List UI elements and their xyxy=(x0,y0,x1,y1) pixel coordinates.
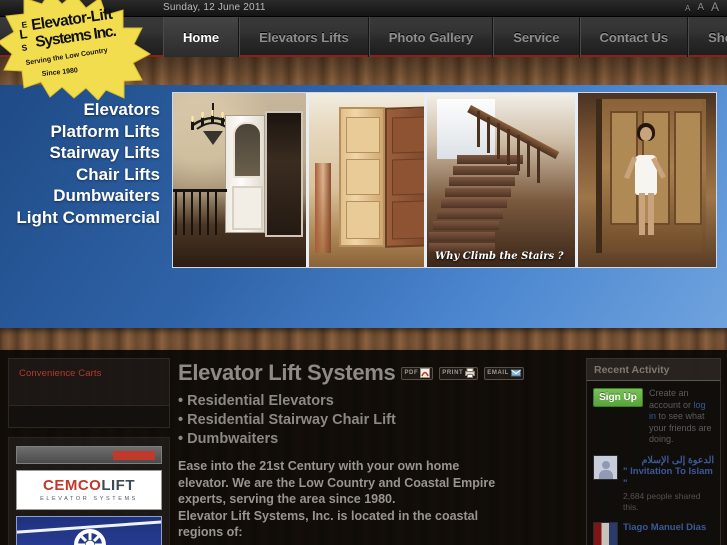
current-date: Sunday, 12 June 2011 xyxy=(163,2,266,13)
hero-list-item-stairway-lifts[interactable]: Stairway Lifts xyxy=(0,142,168,164)
convenience-carts-strip xyxy=(8,406,170,428)
stairway-photo-caption: Why Climb the Stairs ? xyxy=(435,251,564,262)
stair-railing xyxy=(173,189,227,237)
cemcolift-subtitle: ELEVATOR SYSTEMS xyxy=(40,496,138,502)
recent-activity-title: Recent Activity xyxy=(594,363,670,376)
starburst-logo-icon: E L S Elevator-Lift Systems Inc. Serving… xyxy=(0,0,152,100)
nav-item-list: Home Elevators Lifts Photo Gallery Servi… xyxy=(163,17,727,57)
signup-copy-prefix: Create an account or xyxy=(649,388,694,410)
activity-share-count: 2,684 people shared this. xyxy=(623,491,701,512)
site-logo[interactable]: E L S Elevator-Lift Systems Inc. Serving… xyxy=(0,0,152,100)
hero-list-item-platform-lifts[interactable]: Platform Lifts xyxy=(0,121,168,143)
intro-paragraph: Ease into the 21st Century with your own… xyxy=(178,458,573,541)
print-button-label: PRINT xyxy=(442,370,464,376)
pdf-button-label: PDF xyxy=(404,370,419,376)
hero-tagline: Luxury & Convenience for your home xyxy=(0,325,727,329)
woman-figure xyxy=(624,121,666,245)
left-sidebar: Convenience Carts CEMCOLIFT ELEVATOR SYS… xyxy=(8,358,170,545)
signup-row: Sign Up Create an account or log in to s… xyxy=(593,388,714,446)
font-size-large-button[interactable]: A xyxy=(711,1,719,13)
signup-copy: Create an account or log in to see what … xyxy=(649,388,714,446)
wheel-icon xyxy=(74,529,106,545)
intro-line-4: Elevator Lift Systems, Inc. is located i… xyxy=(178,508,479,523)
wood-door-right xyxy=(385,106,424,248)
bullet-residential-stairway-chair-lift: • Residential Stairway Chair Lift xyxy=(178,412,396,428)
print-button[interactable]: PRINT xyxy=(439,366,479,380)
signup-copy-suffix: to see what your friends are doing. xyxy=(649,411,712,444)
nav-item-shop[interactable]: Shop xyxy=(688,17,727,57)
pdf-icon xyxy=(420,368,431,378)
activity-item-text: Tiago Manuel Dias xyxy=(623,522,714,545)
partner-banner-top[interactable] xyxy=(16,446,162,464)
email-button[interactable]: EMAIL xyxy=(484,366,524,380)
printer-icon xyxy=(465,368,476,378)
nav-item-elevators-lifts[interactable]: Elevators Lifts xyxy=(239,17,369,57)
hero-service-list: Elevators Platform Lifts Stairway Lifts … xyxy=(0,99,168,228)
wood-texture-divider xyxy=(0,328,727,350)
intro-line-3: experts, serving the area since 1980. xyxy=(178,492,396,506)
elevator-cab-interior xyxy=(265,111,303,237)
intro-line-1: Ease into the 21st Century with your own… xyxy=(178,459,460,473)
activity-item[interactable]: Tiago Manuel Dias xyxy=(593,522,714,545)
content-area: Convenience Carts CEMCOLIFT ELEVATOR SYS… xyxy=(0,350,727,545)
stair-banister xyxy=(467,105,567,245)
cemcolift-wordmark: CEMCOLIFT xyxy=(43,477,135,494)
flag-thumb-icon xyxy=(593,522,618,545)
hero-list-item-chair-lifts[interactable]: Chair Lifts xyxy=(0,164,168,186)
nav-item-service[interactable]: Service xyxy=(493,17,580,57)
font-size-controls: A A A xyxy=(685,1,719,13)
activity-item[interactable]: الدعوة إلى الإسلام " Invitation To Islam… xyxy=(593,454,714,514)
hero-list-item-elevators[interactable]: Elevators xyxy=(0,99,168,121)
white-elevator-door xyxy=(225,115,265,233)
envelope-icon xyxy=(510,369,521,377)
font-size-medium-button[interactable]: A xyxy=(697,3,704,13)
convenience-carts-module[interactable]: Convenience Carts xyxy=(8,358,170,406)
sponsor-banner-stack: CEMCOLIFT ELEVATOR SYSTEMS xyxy=(8,437,170,545)
cemcolift-lift-text: LIFT xyxy=(101,477,135,494)
page-title-row: Elevator Lift Systems PDF PRINT EMAIL xyxy=(178,360,573,386)
blue-wheel-banner[interactable] xyxy=(16,516,162,545)
service-bullet-list: • Residential Elevators • Residential St… xyxy=(178,392,573,449)
wood-door-left xyxy=(339,107,385,247)
photo-wood-door-elevator-entry xyxy=(309,93,424,267)
email-button-label: EMAIL xyxy=(487,370,509,376)
activity-title-english[interactable]: " Invitation To Islam " xyxy=(623,466,714,489)
bullet-residential-elevators: • Residential Elevators xyxy=(178,393,334,409)
sign-up-button[interactable]: Sign Up xyxy=(593,388,643,407)
hero-list-item-light-commercial[interactable]: Light Commercial xyxy=(0,207,168,229)
cemcolift-banner[interactable]: CEMCOLIFT ELEVATOR SYSTEMS xyxy=(16,470,162,510)
font-size-small-button[interactable]: A xyxy=(685,5,690,13)
hero-tagline-band: Luxury & Convenience for your home xyxy=(0,321,727,329)
nav-item-photo-gallery[interactable]: Photo Gallery xyxy=(368,17,494,57)
page-root: Sunday, 12 June 2011 A A A Home Elevator… xyxy=(0,0,727,545)
main-column: Elevator Lift Systems PDF PRINT EMAIL • … xyxy=(178,360,573,541)
photo-woman-in-elevator-cab xyxy=(578,93,716,267)
recent-activity-header: Recent Activity xyxy=(586,358,721,380)
person-placeholder-icon xyxy=(593,454,618,480)
intro-line-5: regions of: xyxy=(178,525,243,539)
activity-title-english[interactable]: Tiago Manuel Dias xyxy=(623,522,714,534)
activity-item-text: الدعوة إلى الإسلام " Invitation To Islam… xyxy=(623,455,714,514)
hero-photo-strip: Why Climb the Stairs ? xyxy=(172,92,717,268)
recent-activity-widget: Recent Activity Sign Up Create an accoun… xyxy=(586,358,721,545)
photo-residential-elevator-white-door xyxy=(173,93,306,267)
stair-newel-post xyxy=(315,163,331,253)
recent-activity-body: Sign Up Create an account or log in to s… xyxy=(586,380,721,545)
photo-wooden-stairway: Why Climb the Stairs ? xyxy=(427,93,575,267)
intro-line-2: elevator. We are the Low Country and Coa… xyxy=(178,475,496,490)
bullet-dumbwaiters: • Dumbwaiters xyxy=(178,431,279,447)
activity-title-arabic[interactable]: الدعوة إلى الإسلام xyxy=(623,455,714,467)
page-title: Elevator Lift Systems xyxy=(178,360,396,385)
pdf-button[interactable]: PDF xyxy=(401,366,434,380)
hero-list-item-dumbwaiters[interactable]: Dumbwaiters xyxy=(0,185,168,207)
nav-item-contact-us[interactable]: Contact Us xyxy=(579,17,689,57)
nav-item-home[interactable]: Home xyxy=(163,17,240,57)
convenience-carts-label: Convenience Carts xyxy=(19,368,102,379)
